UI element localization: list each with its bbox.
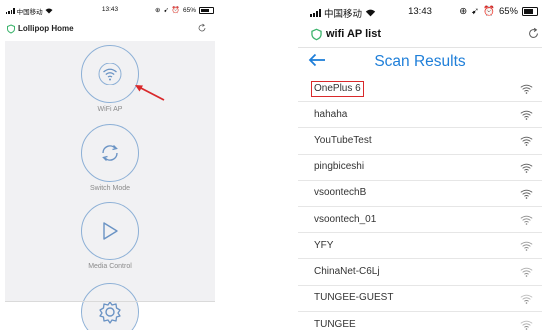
wifi-ap-button[interactable] bbox=[81, 45, 139, 103]
bottom-divider bbox=[5, 301, 215, 302]
refresh-icon[interactable] bbox=[197, 23, 207, 33]
network-row[interactable]: ChinaNet-C6Lj bbox=[298, 259, 542, 286]
media-control-button[interactable] bbox=[81, 202, 139, 260]
wifi-signal-icon bbox=[520, 189, 533, 199]
wifi-signal-icon bbox=[520, 215, 533, 225]
wifi-signal-icon bbox=[520, 268, 533, 278]
switch-mode-button[interactable] bbox=[81, 124, 139, 182]
wifi-signal-icon bbox=[520, 320, 533, 330]
media-control-label: Media Control bbox=[88, 263, 132, 270]
network-name: vsoontechB bbox=[314, 187, 367, 199]
left-status-right: ⊕ ➹ ⏰ 65% bbox=[155, 6, 214, 14]
right-status-right: ⊕ ➹ ⏰ 65% bbox=[459, 6, 538, 17]
battery-icon bbox=[522, 7, 538, 16]
location-icon: ➹ bbox=[471, 6, 480, 17]
battery-percent: 65% bbox=[498, 6, 518, 17]
network-row[interactable]: YFY bbox=[298, 233, 542, 260]
network-row[interactable]: pingbiceshi bbox=[298, 155, 542, 181]
location-icon: ➹ bbox=[163, 7, 169, 14]
shield-icon bbox=[7, 24, 15, 34]
app-title: wifi AP list bbox=[326, 28, 382, 40]
wifi-icon bbox=[98, 63, 122, 85]
wifi-signal-icon bbox=[520, 294, 533, 304]
network-name: pingbiceshi bbox=[314, 161, 365, 173]
network-name: TUNGEE bbox=[314, 318, 356, 330]
red-arrow-annotation bbox=[135, 85, 165, 101]
alarm-icon: ⏰ bbox=[483, 6, 495, 17]
right-phone-screen: 中国移动 13:43 ⊕ ➹ ⏰ 65% wifi AP list Scan R… bbox=[298, 0, 542, 330]
alarm-icon: ⏰ bbox=[171, 7, 180, 14]
network-row[interactable]: YouTubeTest bbox=[298, 128, 542, 155]
lock-rotation-icon: ⊕ bbox=[154, 7, 161, 14]
left-phone-screen: 中国移动 13:43 ⊕ ➹ ⏰ 65% Lollipop Home WiFi … bbox=[0, 0, 220, 330]
network-list: OnePlus 6 hahaha YouTubeTest pingbiceshi… bbox=[298, 76, 542, 330]
app-title: Lollipop Home bbox=[18, 24, 74, 33]
network-name: OnePlus 6 bbox=[310, 80, 365, 98]
play-icon bbox=[103, 222, 118, 240]
wifi-signal-icon bbox=[520, 84, 533, 94]
network-name: hahaha bbox=[314, 108, 348, 120]
network-name: vsoontech_01 bbox=[314, 213, 377, 225]
network-row[interactable]: vsoontech_01 bbox=[298, 207, 542, 234]
network-name: ChinaNet-C6Lj bbox=[314, 265, 380, 277]
battery-percent: 65% bbox=[182, 6, 196, 14]
network-row[interactable]: TUNGEE bbox=[298, 312, 542, 330]
wifi-signal-icon bbox=[520, 137, 533, 147]
network-name: YouTubeTest bbox=[314, 134, 372, 146]
header-divider bbox=[298, 47, 542, 48]
network-row[interactable]: OnePlus 6 bbox=[298, 76, 542, 103]
network-row[interactable]: TUNGEE-GUEST bbox=[298, 286, 542, 312]
gear-icon bbox=[99, 301, 121, 324]
wifi-signal-icon bbox=[520, 241, 533, 251]
network-row[interactable]: hahaha bbox=[298, 102, 542, 129]
wifi-signal-icon bbox=[520, 163, 533, 173]
refresh-icon[interactable] bbox=[527, 27, 540, 40]
wifi-signal-icon bbox=[520, 110, 533, 120]
shield-icon bbox=[311, 28, 322, 41]
switch-mode-label: Switch Mode bbox=[89, 185, 131, 192]
battery-icon bbox=[199, 6, 214, 14]
page-title: Scan Results bbox=[374, 53, 466, 70]
lock-rotation-icon: ⊕ bbox=[459, 6, 468, 17]
network-name: YFY bbox=[314, 239, 334, 251]
wifi-ap-label: WiFi AP bbox=[97, 106, 123, 113]
sync-icon bbox=[102, 145, 118, 161]
network-row[interactable]: vsoontechB bbox=[298, 181, 542, 207]
network-name: TUNGEE-GUEST bbox=[314, 292, 394, 304]
